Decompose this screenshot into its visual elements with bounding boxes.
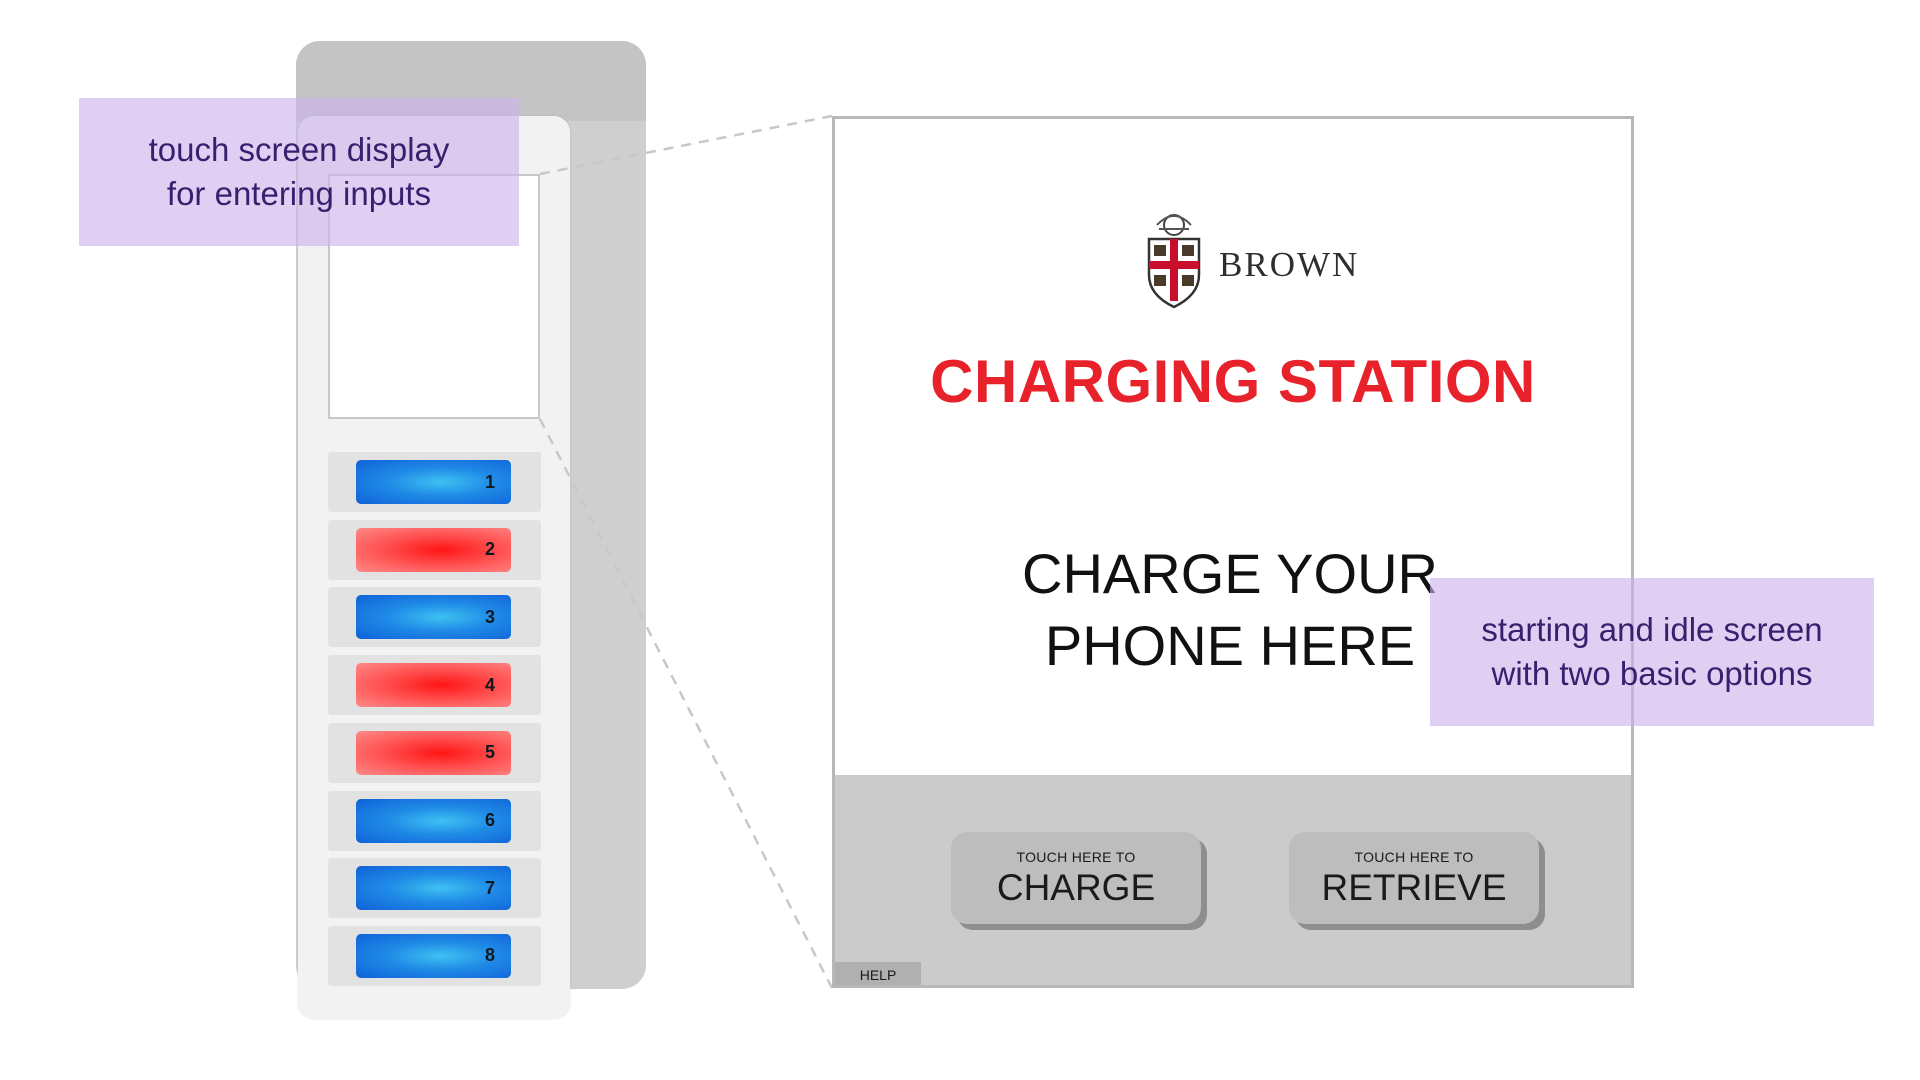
slot-number: 6 [484,810,495,830]
slot-bay: 8 [328,925,541,986]
charge-button-sublabel: TOUCH HERE TO [1016,849,1136,865]
slot-button-4[interactable]: 4 [356,663,511,708]
slot-number: 8 [484,945,495,966]
annotation-touch-screen: touch screen display for entering inputs [79,98,519,246]
brown-seal-icon [1147,214,1201,309]
annotation-line: touch screen display [148,131,450,168]
help-button[interactable]: HELP [835,962,921,985]
headline-line: CHARGE YOUR [1022,542,1438,605]
retrieve-button-label: RETRIEVE [1321,867,1507,908]
charge-button[interactable]: TOUCH HERE TO CHARGE [951,832,1201,924]
headline-line: PHONE HERE [1044,614,1416,677]
slot-button-8[interactable]: 8 [356,933,511,978]
annotation-line: with two basic options [1491,655,1813,692]
retrieve-button[interactable]: TOUCH HERE TO RETRIEVE [1289,832,1539,924]
slot-number: 4 [484,674,495,695]
slot-bay: 7 [328,858,541,919]
slot-button-7[interactable]: 7 [356,866,511,911]
slot-number: 1 [484,471,495,492]
slot-button-5[interactable]: 5 [356,730,511,775]
slot-number: 5 [484,742,495,763]
brand-name: BROWN [1219,245,1360,284]
slot-number: 3 [484,606,495,627]
annotation-line: starting and idle screen [1481,611,1823,648]
slot-bay: 4 [328,655,541,716]
slot-number: 7 [484,877,495,898]
slot-bay: 3 [328,587,541,648]
slot-button-6[interactable]: 6 [356,798,511,843]
charge-button-label: CHARGE [996,867,1156,908]
annotation-line: for entering inputs [166,175,432,212]
headline: CHARGE YOUR PHONE HERE [1010,538,1450,682]
slot-button-2[interactable]: 2 [356,527,511,572]
slot-bay: 1 [328,452,541,512]
slot-number: 2 [484,539,495,560]
slot-button-3[interactable]: 3 [356,595,511,640]
idle-screen: BROWN CHARGING STATION CHARGE YOUR PHONE… [832,116,1634,988]
page-title: CHARGING STATION [930,348,1536,415]
slot-bay: 2 [328,519,541,580]
retrieve-button-sublabel: TOUCH HERE TO [1354,849,1474,865]
annotation-idle-screen: starting and idle screen with two basic … [1430,578,1874,726]
slot-button-1[interactable]: 1 [356,460,511,504]
slot-bay: 5 [328,722,541,783]
slot-bay: 6 [328,790,541,851]
